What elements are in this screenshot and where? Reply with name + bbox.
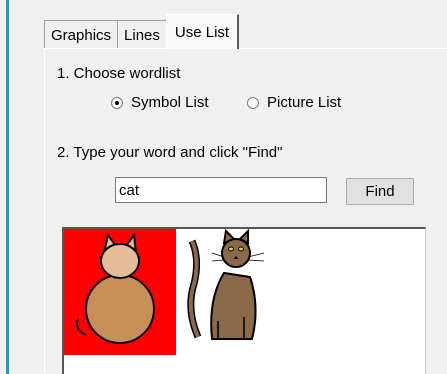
symbol-results-box — [62, 227, 426, 374]
window-edge — [0, 0, 9, 374]
tab-graphics[interactable]: Graphics — [44, 20, 119, 49]
cat-symbol-icon — [76, 232, 155, 344]
picture-list-radio[interactable] — [247, 96, 259, 109]
symbol-list-option[interactable]: Symbol List — [111, 94, 209, 111]
tab-content: 1. Choose wordlist Symbol List Picture L… — [44, 49, 447, 374]
symbol-list-radio[interactable] — [111, 96, 123, 109]
cat-picture-icon — [187, 228, 265, 340]
use-list-panel: Graphics Lines Use List 1. Choose wordli… — [9, 0, 447, 374]
choose-wordlist-label: 1. Choose wordlist — [57, 65, 181, 82]
picture-list-option[interactable]: Picture List — [247, 94, 341, 111]
tab-use-list[interactable]: Use List — [165, 14, 240, 49]
word-input[interactable] — [115, 177, 327, 203]
type-word-label: 2. Type your word and click "Find" — [57, 144, 283, 161]
find-button[interactable]: Find — [346, 178, 414, 205]
picture-list-label: Picture List — [267, 94, 342, 111]
tab-lines-label: Lines — [124, 26, 160, 44]
tab-graphics-label: Graphics — [51, 26, 112, 44]
tab-use-list-label: Use List — [174, 23, 230, 41]
symbol-result-1[interactable] — [64, 229, 176, 355]
symbol-result-2[interactable] — [178, 228, 290, 355]
find-button-label: Find — [365, 183, 395, 200]
symbol-list-label: Symbol List — [131, 94, 209, 111]
tab-lines[interactable]: Lines — [117, 20, 167, 49]
tab-strip: Graphics Lines Use List — [44, 14, 240, 49]
